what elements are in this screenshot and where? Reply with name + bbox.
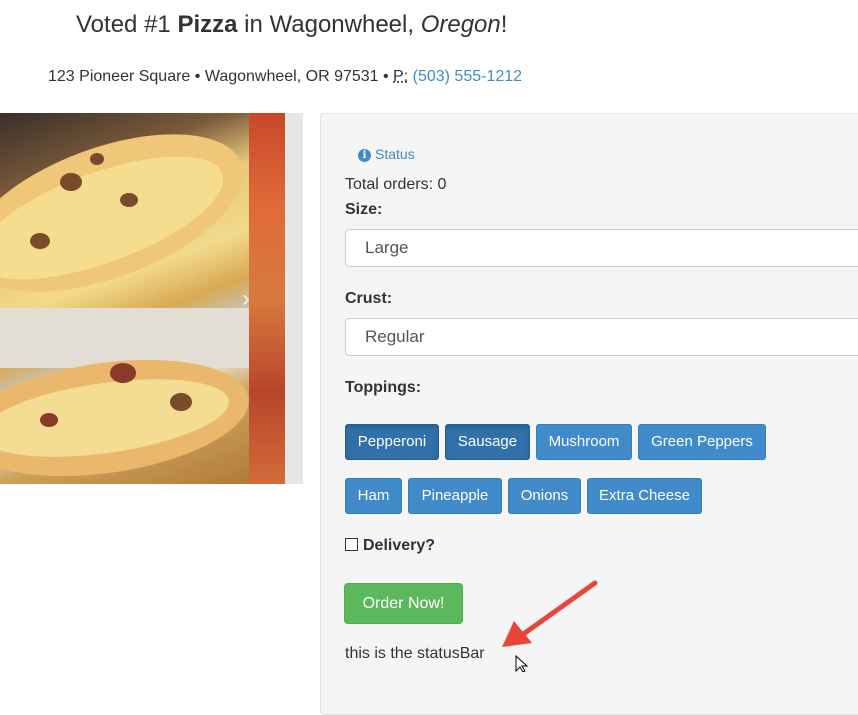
crust-select[interactable]: Regular (345, 318, 858, 356)
pizza-carousel[interactable]: › (0, 113, 303, 484)
order-now-button[interactable]: Order Now! (344, 583, 463, 624)
headline-italic-word: Oregon (420, 11, 501, 38)
carousel-next-chevron-icon[interactable]: › (236, 287, 256, 311)
info-icon: i (358, 149, 371, 162)
crust-label: Crust: (345, 290, 393, 307)
topping-mushroom-button[interactable]: Mushroom (536, 424, 632, 460)
address-line: 123 Pioneer Square • Wagonwheel, OR 9753… (48, 68, 523, 85)
topping-onions-button[interactable]: Onions (508, 478, 581, 514)
topping-pepperoni-button[interactable]: Pepperoni (345, 424, 439, 460)
pizza-photo (0, 113, 249, 484)
toppings-label: Toppings: (345, 379, 422, 396)
topping-pineapple-button[interactable]: Pineapple (408, 478, 502, 514)
topping-ham-button[interactable]: Ham (345, 478, 402, 514)
topping-green-peppers-button[interactable]: Green Peppers (638, 424, 766, 460)
delivery-label: Delivery? (363, 537, 436, 554)
mouse-cursor-icon (515, 655, 529, 672)
delivery-checkbox[interactable] (345, 538, 358, 551)
total-orders: Total orders: 0 (345, 176, 447, 193)
topping-extra-cheese-button[interactable]: Extra Cheese (587, 478, 702, 514)
status-link[interactable]: i Status (358, 146, 415, 162)
size-select[interactable]: Large (345, 229, 858, 267)
headline-bold-word: Pizza (177, 11, 238, 38)
delivery-option[interactable]: Delivery? (345, 537, 435, 555)
annotation-arrow-icon (502, 580, 598, 647)
phone-link[interactable]: (503) 555-1212 (413, 68, 522, 85)
phone-abbr: P: (393, 68, 409, 85)
size-label: Size: (345, 201, 383, 218)
topping-sausage-button[interactable]: Sausage (445, 424, 530, 460)
page-headline: Voted #1 Pizza in Wagonwheel, Oregon! (76, 11, 508, 38)
status-bar: this is the statusBar (345, 645, 485, 662)
